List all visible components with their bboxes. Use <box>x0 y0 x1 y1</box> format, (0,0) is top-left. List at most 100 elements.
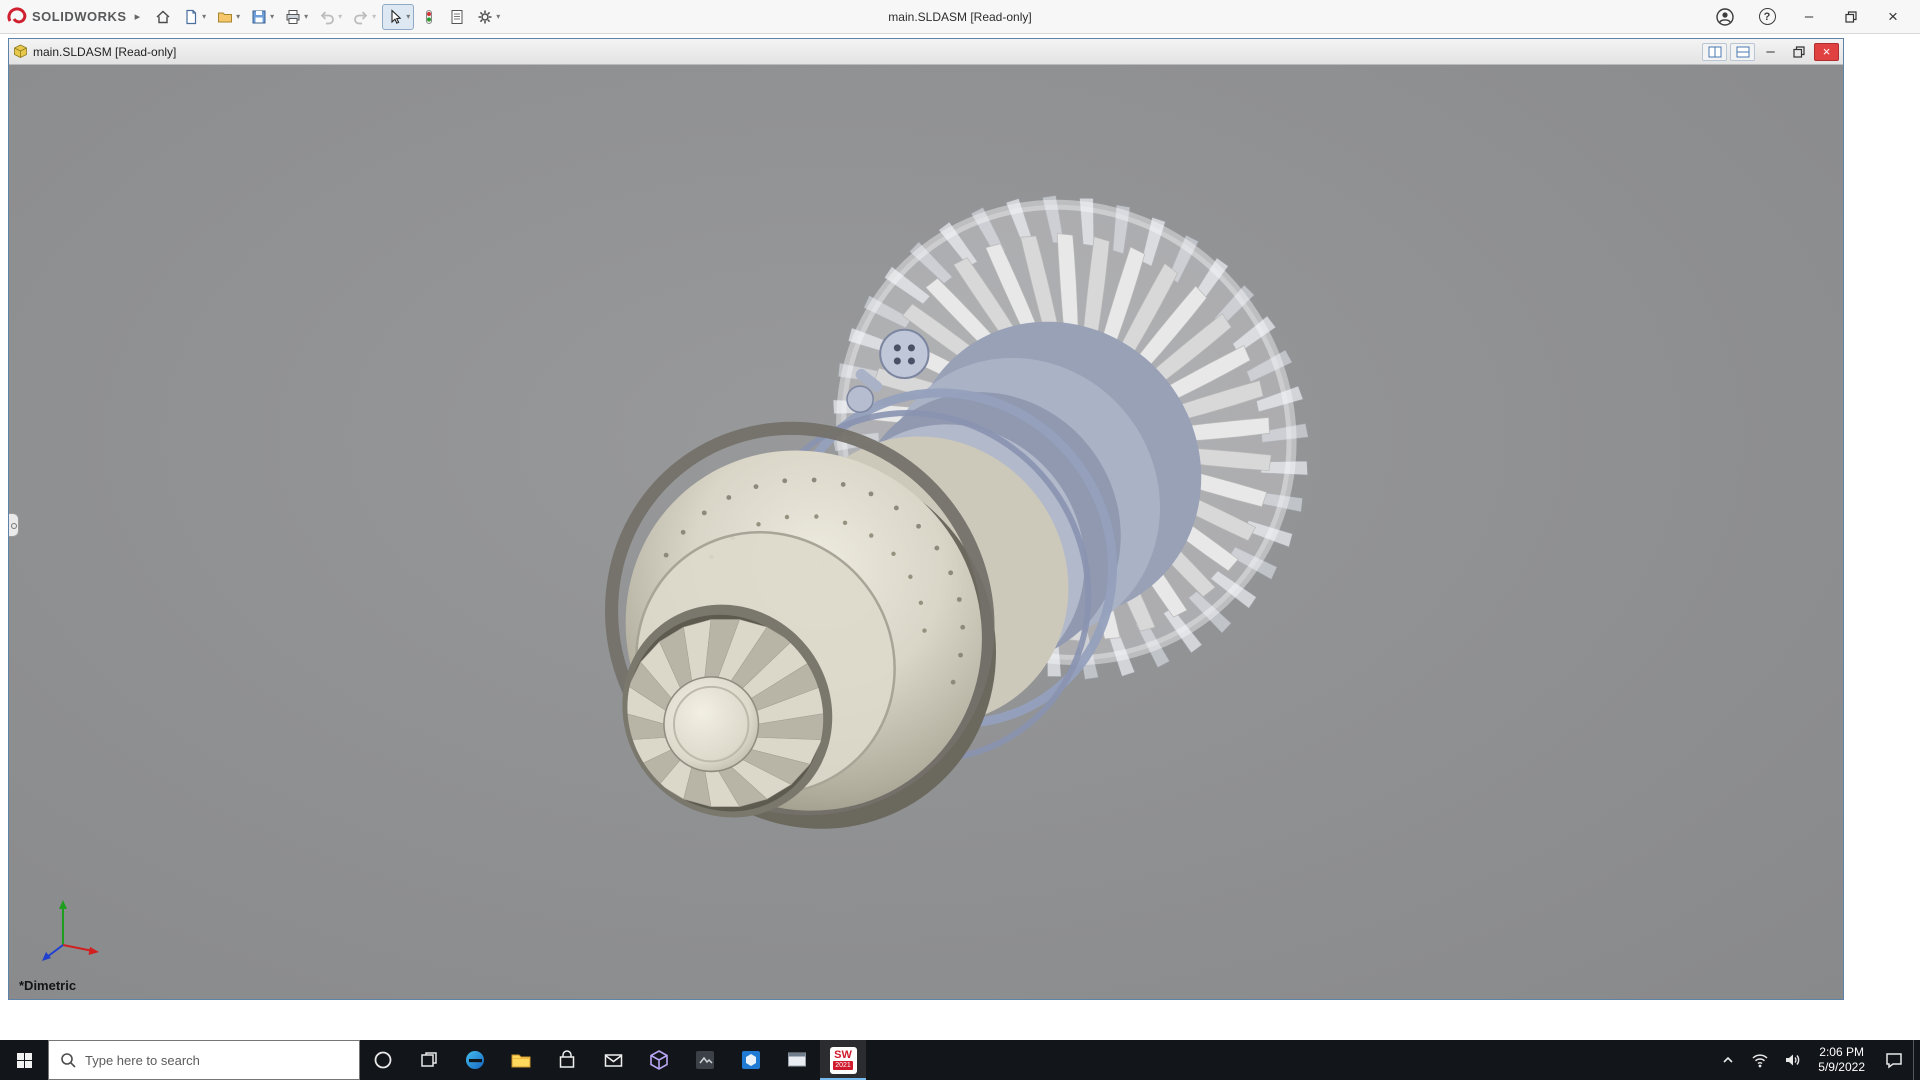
action-center-icon <box>1886 1053 1902 1069</box>
undo-icon <box>320 10 335 24</box>
save-button[interactable]: ▾ <box>246 4 278 30</box>
restore-icon <box>1845 10 1857 23</box>
rebuild-button[interactable] <box>416 4 442 30</box>
photos-app-icon <box>696 1051 714 1069</box>
home-button[interactable] <box>150 4 176 30</box>
jet-engine-model <box>605 195 1309 829</box>
redo-button[interactable]: ▾ <box>348 4 380 30</box>
dropdown-icon[interactable]: ▾ <box>496 12 500 21</box>
close-icon: × <box>1822 44 1831 59</box>
dropdown-icon[interactable]: ▾ <box>372 12 376 21</box>
taskbar-app-window[interactable] <box>774 1040 820 1080</box>
dropdown-icon[interactable]: ▾ <box>202 12 206 21</box>
new-document-button[interactable]: ▾ <box>178 4 210 30</box>
app-titlebar: SOLIDWORKS ▸ ▾ ▾ ▾ ▾ ▾ ▾ ▾ ▾ main.SLDASM… <box>0 0 1920 34</box>
brand-text: SOLIDWORKS <box>32 9 127 24</box>
taskbar-app-edrawings[interactable] <box>728 1040 774 1080</box>
document-titlebar[interactable]: main.SLDASM [Read-only] – × <box>9 39 1843 65</box>
clock-date: 5/9/2022 <box>1818 1060 1865 1074</box>
triad-y-axis <box>59 900 67 909</box>
options-button[interactable]: ▾ <box>472 4 504 30</box>
file-explorer-icon <box>511 1054 531 1068</box>
assembly-document-icon <box>14 44 27 58</box>
dropdown-icon[interactable]: ▾ <box>270 12 274 21</box>
file-properties-button[interactable] <box>444 4 470 30</box>
dropdown-icon[interactable]: ▾ <box>304 12 308 21</box>
taskbar-spacer <box>866 1040 1712 1080</box>
wifi-icon <box>1752 1054 1768 1068</box>
windows-logo-icon <box>16 1052 32 1068</box>
app-window-title: main.SLDASM [Read-only] <box>888 10 1032 24</box>
undo-button[interactable]: ▾ <box>314 4 346 30</box>
dropdown-icon[interactable]: ▾ <box>338 12 342 21</box>
solidworks-glyph: SW <box>834 1049 852 1061</box>
chevron-up-icon <box>1723 1056 1733 1063</box>
taskbar-app-3d-viewer[interactable] <box>636 1040 682 1080</box>
cortana-icon <box>374 1051 392 1069</box>
rebuild-stoplight-icon <box>426 9 433 24</box>
new-document-icon <box>186 9 197 24</box>
taskbar-app-photos[interactable] <box>682 1040 728 1080</box>
save-icon <box>252 10 266 23</box>
taskbar-app-mail[interactable] <box>590 1040 636 1080</box>
close-window-button[interactable]: × <box>1872 0 1914 34</box>
close-document-button[interactable]: × <box>1814 42 1839 61</box>
solidworks-brand: SOLIDWORKS ▸ <box>6 6 141 27</box>
taskbar-clock[interactable]: 2:06 PM 5/9/2022 <box>1808 1040 1875 1080</box>
taskbar-search-box[interactable]: Type here to search <box>48 1040 360 1080</box>
task-view-button[interactable] <box>406 1040 452 1080</box>
restore-document-button[interactable] <box>1786 43 1811 61</box>
taskbar-app-store[interactable] <box>544 1040 590 1080</box>
close-icon: × <box>1888 6 1898 26</box>
dropdown-icon[interactable]: ▾ <box>236 12 240 21</box>
mail-icon <box>604 1053 622 1067</box>
account-button[interactable] <box>1704 0 1746 34</box>
tray-overflow-button[interactable] <box>1712 1040 1744 1080</box>
document-title: main.SLDASM [Read-only] <box>33 44 177 59</box>
app-window-controls: ? – × <box>1704 0 1914 34</box>
redo-icon <box>354 10 368 24</box>
help-icon: ? <box>1758 8 1776 25</box>
3d-viewport[interactable]: *Dimetric <box>9 65 1843 999</box>
print-button[interactable]: ▾ <box>280 4 312 30</box>
app-client-area: main.SLDASM [Read-only] – × *Dimetric <box>0 34 1920 1040</box>
action-center-button[interactable] <box>1875 1040 1913 1080</box>
document-window: main.SLDASM [Read-only] – × *Dimetric <box>8 38 1844 1000</box>
network-button[interactable] <box>1744 1040 1776 1080</box>
featuremanager-collapsed-handle[interactable] <box>9 513 19 538</box>
windows-taskbar: Type here to search SW 2021 2:06 PM 5/9/… <box>0 1040 1920 1080</box>
view-orientation-label: *Dimetric <box>19 978 77 993</box>
restore-icon <box>1792 45 1805 58</box>
taskbar-app-solidworks[interactable]: SW 2021 <box>820 1040 866 1080</box>
show-desktop-button[interactable] <box>1913 1040 1920 1080</box>
document-window-controls: – × <box>1702 42 1839 61</box>
taskbar-app-edge[interactable] <box>452 1040 498 1080</box>
task-view-icon <box>421 1052 437 1067</box>
help-button[interactable]: ? <box>1746 0 1788 34</box>
microsoft-store-icon <box>559 1050 575 1068</box>
minimize-window-button[interactable]: – <box>1788 0 1830 34</box>
restore-window-button[interactable] <box>1830 0 1872 34</box>
toolbar-expand-icon[interactable]: ▸ <box>135 10 141 23</box>
search-icon <box>61 1053 76 1068</box>
split-view-horizontal-button[interactable] <box>1730 42 1755 61</box>
minimize-document-button[interactable]: – <box>1758 43 1783 61</box>
select-cursor-icon <box>391 8 402 24</box>
split-view-vertical-button[interactable] <box>1702 42 1727 61</box>
gear-icon <box>478 10 492 23</box>
home-icon <box>156 10 170 23</box>
start-button[interactable] <box>0 1040 48 1080</box>
speaker-icon <box>1786 1054 1800 1066</box>
open-button[interactable]: ▾ <box>212 4 244 30</box>
solidworks-logo-icon <box>7 6 27 23</box>
volume-button[interactable] <box>1776 1040 1808 1080</box>
dropdown-icon[interactable]: ▾ <box>406 12 410 21</box>
split-vertical-icon <box>1708 46 1721 57</box>
cortana-button[interactable] <box>360 1040 406 1080</box>
solidworks-app-icon: SW 2021 <box>829 1046 857 1074</box>
select-tool-button[interactable]: ▾ <box>382 3 415 30</box>
solidworks-year: 2021 <box>833 1061 853 1070</box>
taskbar-app-file-explorer[interactable] <box>498 1040 544 1080</box>
minimize-icon: – <box>1804 7 1814 25</box>
search-placeholder: Type here to search <box>85 1052 200 1068</box>
